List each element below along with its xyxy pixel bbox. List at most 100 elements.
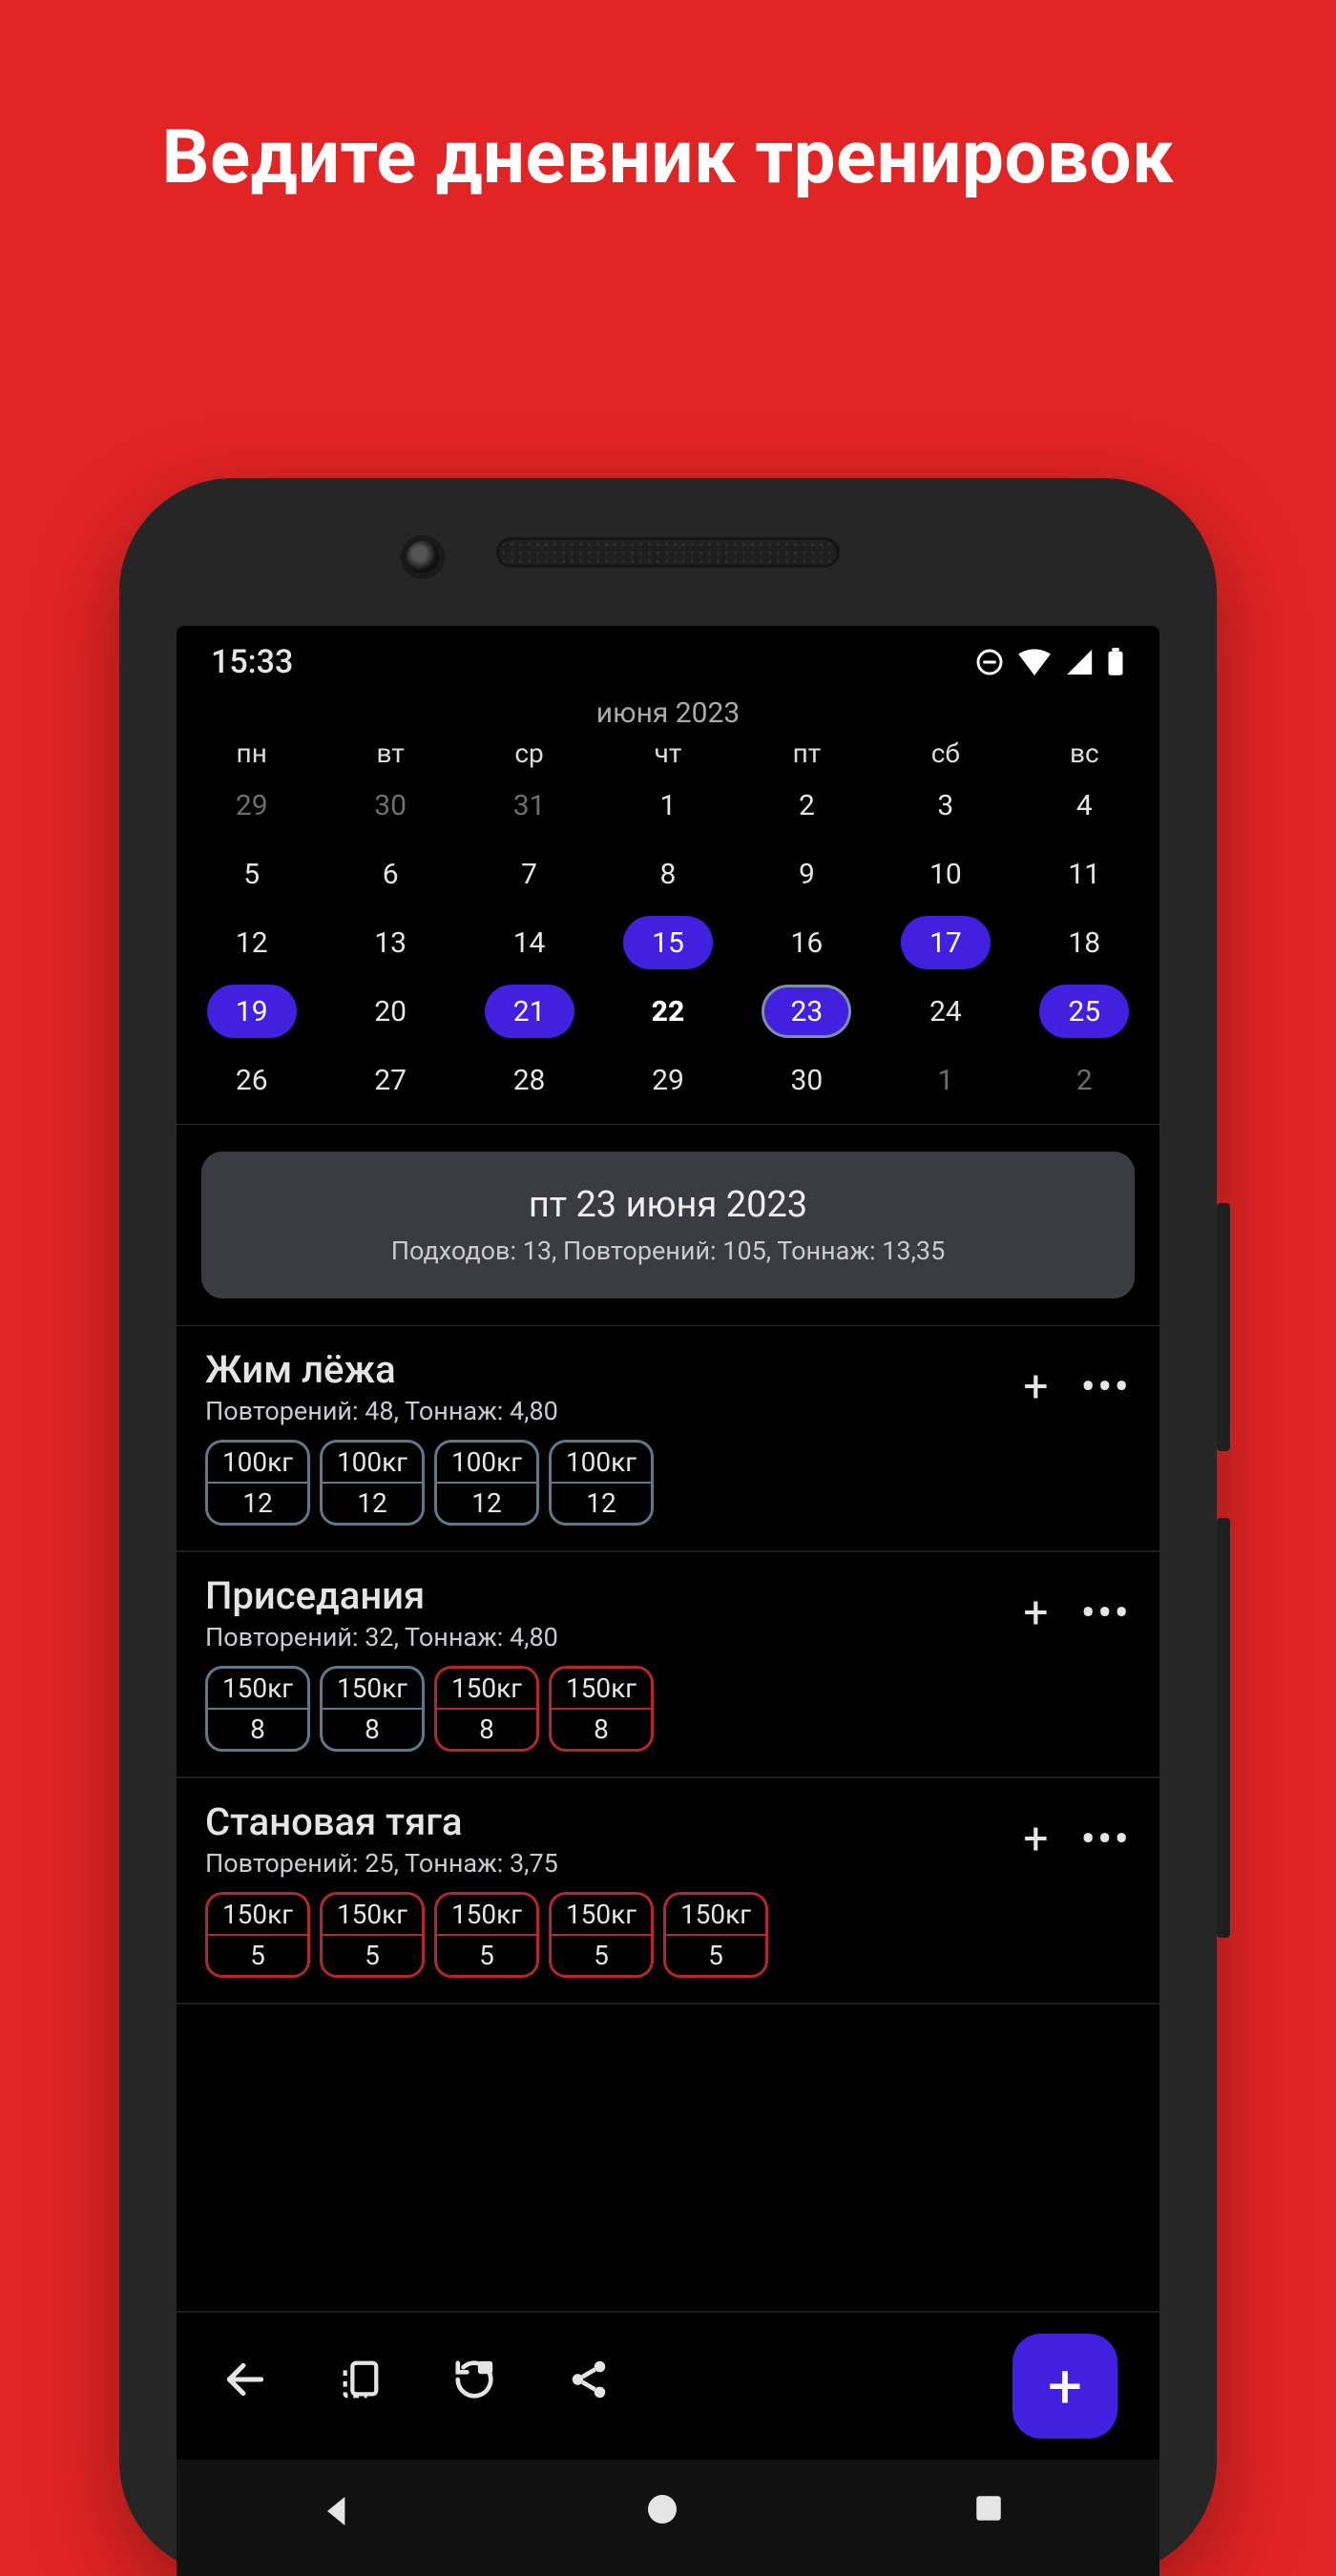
copy-icon[interactable] <box>333 2353 386 2406</box>
exercise-name[interactable]: Приседания <box>205 1573 558 1618</box>
dnd-icon <box>974 647 1005 677</box>
set-reps: 5 <box>552 1936 651 1975</box>
calendar-day[interactable]: 20 <box>321 985 459 1038</box>
nav-back-icon[interactable] <box>318 2492 364 2538</box>
exercise-block: Становая тягаПовторений: 25, Тоннаж: 3,7… <box>177 1778 1159 2005</box>
set-chip[interactable]: 100кг12 <box>320 1440 425 1526</box>
add-set-icon[interactable]: + <box>1023 1365 1048 1409</box>
calendar-day[interactable]: 29 <box>598 1053 737 1107</box>
calendar-day[interactable]: 3 <box>876 779 1014 832</box>
calendar-grid: 2930311234567891011121314151617181920212… <box>177 771 1159 1125</box>
set-chip[interactable]: 150кг5 <box>549 1892 654 1978</box>
calendar-day[interactable]: 19 <box>182 985 321 1038</box>
calendar-day[interactable]: 24 <box>876 985 1014 1038</box>
summary-stats: Подходов: 13, Повторений: 105, Тоннаж: 1… <box>224 1236 1112 1266</box>
set-chip[interactable]: 150кг5 <box>434 1892 539 1978</box>
add-set-icon[interactable]: + <box>1023 1818 1048 1861</box>
exercise-name[interactable]: Становая тяга <box>205 1799 558 1844</box>
calendar-day[interactable]: 23 <box>738 985 876 1038</box>
phone-side-button <box>1217 1518 1230 1938</box>
set-chip[interactable]: 100кг12 <box>205 1440 310 1526</box>
phone-side-button <box>1217 1203 1230 1451</box>
set-weight: 100кг <box>437 1443 536 1484</box>
add-fab-button[interactable]: + <box>1012 2334 1117 2439</box>
more-icon[interactable]: ••• <box>1080 1591 1131 1635</box>
calendar-day[interactable]: 22 <box>598 985 737 1038</box>
exercise-stats: Повторений: 48, Тоннаж: 4,80 <box>205 1396 558 1426</box>
workout-summary-card[interactable]: пт 23 июня 2023 Подходов: 13, Повторений… <box>201 1152 1135 1298</box>
set-reps: 12 <box>323 1484 422 1523</box>
set-weight: 150кг <box>552 1895 651 1936</box>
weekday-label: сб <box>876 737 1014 769</box>
set-chip[interactable]: 150кг5 <box>320 1892 425 1978</box>
calendar-day[interactable]: 30 <box>738 1053 876 1107</box>
set-weight: 150кг <box>208 1895 307 1936</box>
calendar-day[interactable]: 31 <box>460 779 598 832</box>
calendar-day[interactable]: 15 <box>598 916 737 969</box>
battery-icon <box>1106 648 1125 676</box>
calendar-day[interactable]: 21 <box>460 985 598 1038</box>
calendar-day[interactable]: 2 <box>1015 1053 1154 1107</box>
set-weight: 150кг <box>666 1895 765 1936</box>
calendar-day[interactable]: 1 <box>876 1053 1014 1107</box>
weekday-label: ср <box>460 737 598 769</box>
calendar-day[interactable]: 10 <box>876 847 1014 901</box>
signal-icon <box>1064 650 1093 675</box>
set-chip[interactable]: 150кг5 <box>663 1892 768 1978</box>
set-chip[interactable]: 150кг8 <box>205 1666 310 1752</box>
weekday-label: пн <box>182 737 321 769</box>
calendar-day[interactable]: 17 <box>876 916 1014 969</box>
calendar-day[interactable]: 11 <box>1015 847 1154 901</box>
calendar-day[interactable]: 5 <box>182 847 321 901</box>
calendar-day[interactable]: 25 <box>1015 985 1154 1038</box>
calendar-day[interactable]: 28 <box>460 1053 598 1107</box>
calendar-day[interactable]: 14 <box>460 916 598 969</box>
set-chip[interactable]: 150кг8 <box>549 1666 654 1752</box>
nav-home-icon[interactable] <box>645 2492 691 2538</box>
set-weight: 150кг <box>552 1669 651 1710</box>
calendar-day[interactable]: 16 <box>738 916 876 969</box>
set-chip[interactable]: 150кг8 <box>320 1666 425 1752</box>
calendar-day[interactable]: 1 <box>598 779 737 832</box>
calendar-day[interactable]: 29 <box>182 779 321 832</box>
calendar-month-title[interactable]: июня 2023 <box>177 691 1159 734</box>
set-chip[interactable]: 100кг12 <box>549 1440 654 1526</box>
system-nav-bar <box>177 2460 1159 2576</box>
status-bar: 15:33 <box>177 626 1159 691</box>
calendar-day[interactable]: 8 <box>598 847 737 901</box>
calendar-day[interactable]: 7 <box>460 847 598 901</box>
set-weight: 100кг <box>323 1443 422 1484</box>
set-reps: 5 <box>666 1936 765 1975</box>
add-set-icon[interactable]: + <box>1023 1591 1048 1635</box>
calendar-day[interactable]: 26 <box>182 1053 321 1107</box>
calendar-day[interactable]: 30 <box>321 779 459 832</box>
bottom-toolbar: + <box>177 2311 1159 2460</box>
set-chip[interactable]: 150кг5 <box>205 1892 310 1978</box>
repeat-icon[interactable] <box>448 2353 501 2406</box>
set-list: 150кг8150кг8150кг8150кг8 <box>205 1666 1131 1752</box>
calendar-day[interactable]: 6 <box>321 847 459 901</box>
more-icon[interactable]: ••• <box>1080 1365 1131 1409</box>
status-time: 15:33 <box>211 643 293 681</box>
exercise-block: ПриседанияПовторений: 32, Тоннаж: 4,80+•… <box>177 1552 1159 1778</box>
calendar-day[interactable]: 27 <box>321 1053 459 1107</box>
calendar-weekday-row: пнвтсрчтптсбвс <box>177 734 1159 771</box>
weekday-label: пт <box>738 737 876 769</box>
back-icon[interactable] <box>219 2353 272 2406</box>
nav-recent-icon[interactable] <box>972 2492 1018 2538</box>
calendar-day[interactable]: 12 <box>182 916 321 969</box>
calendar-day[interactable]: 2 <box>738 779 876 832</box>
more-icon[interactable]: ••• <box>1080 1818 1131 1861</box>
set-chip[interactable]: 150кг8 <box>434 1666 539 1752</box>
set-weight: 150кг <box>323 1895 422 1936</box>
phone-frame: 15:33 июня 2023 пнвтсрчтптсбвс 293031123… <box>119 478 1217 2576</box>
share-icon[interactable] <box>562 2353 616 2406</box>
calendar-day[interactable]: 18 <box>1015 916 1154 969</box>
set-chip[interactable]: 100кг12 <box>434 1440 539 1526</box>
calendar-day[interactable]: 13 <box>321 916 459 969</box>
set-reps: 8 <box>552 1710 651 1749</box>
calendar-day[interactable]: 9 <box>738 847 876 901</box>
calendar-day[interactable]: 4 <box>1015 779 1154 832</box>
set-weight: 150кг <box>437 1669 536 1710</box>
exercise-name[interactable]: Жим лёжа <box>205 1347 558 1392</box>
